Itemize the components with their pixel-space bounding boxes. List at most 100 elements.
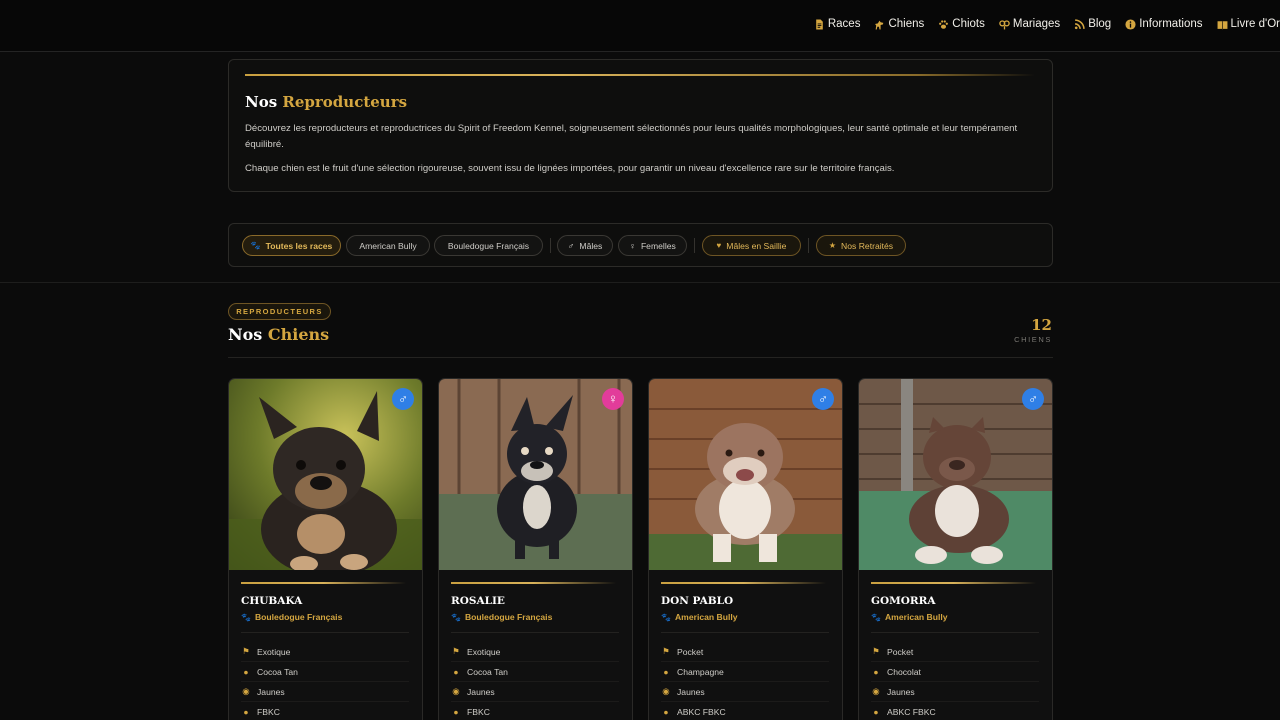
palette-icon: ● bbox=[453, 666, 459, 677]
intro-paragraph-1: Découvrez les reproducteurs et reproduct… bbox=[245, 123, 1018, 150]
eye-icon: ◉ bbox=[872, 686, 880, 696]
nav-chiots[interactable]: Chiots bbox=[938, 18, 985, 30]
book-icon bbox=[1217, 19, 1228, 30]
dog-registry: ● ABKC FBKC bbox=[661, 702, 829, 720]
dog-breed: 🐾 Bouledogue Français bbox=[241, 612, 343, 622]
filter-american-bully[interactable]: American Bully bbox=[346, 235, 430, 256]
nav-informations[interactable]: Informations bbox=[1125, 18, 1203, 30]
certificate-icon: ● bbox=[663, 706, 669, 717]
certificate-icon: ● bbox=[873, 706, 879, 717]
dog-photo[interactable]: ♂ bbox=[229, 379, 422, 570]
dog-photo[interactable]: ♀ bbox=[439, 379, 632, 570]
dog-breed: 🐾 American Bully bbox=[661, 612, 738, 622]
gold-divider bbox=[661, 582, 826, 584]
dog-eyes: ◉ Jaunes bbox=[241, 682, 409, 702]
dog-name: ROSALIE bbox=[451, 595, 505, 607]
palette-icon: ● bbox=[873, 666, 879, 677]
dog-type: ⚑ Exotique bbox=[451, 642, 619, 662]
dog-icon: ⚑ bbox=[452, 646, 460, 656]
couple-icon bbox=[999, 19, 1010, 30]
nav-races[interactable]: Races bbox=[814, 18, 860, 30]
dog-eyes: ◉ Jaunes bbox=[451, 682, 619, 702]
dog-photo[interactable]: ♂ bbox=[649, 379, 842, 570]
section-title: Nos Chiens bbox=[228, 325, 330, 344]
dog-count: 12 bbox=[1031, 316, 1052, 334]
dog-type: ⚑ Exotique bbox=[241, 642, 409, 662]
eye-icon: ◉ bbox=[452, 686, 460, 696]
palette-icon: ● bbox=[663, 666, 669, 677]
intro-title: Nos Reproducteurs bbox=[245, 93, 408, 111]
paw-icon: 🐾 bbox=[250, 241, 261, 250]
paw-icon: 🐾 bbox=[451, 612, 461, 622]
intro-paragraph-2: Chaque chien est le fruit d'une sélectio… bbox=[245, 163, 895, 174]
filter-bouledogue-francais[interactable]: Bouledogue Français bbox=[434, 235, 543, 256]
nav-menu: Races Chiens Chiots Mariages Blog Inform… bbox=[814, 18, 1280, 30]
dog-photo[interactable]: ♂ bbox=[859, 379, 1052, 570]
dog-eyes: ◉ Jaunes bbox=[661, 682, 829, 702]
dog-count-label: CHIENS bbox=[1014, 335, 1052, 344]
dog-card[interactable]: ♂ CHUBAKA 🐾 Bouledogue Français ⚑ Exotique… bbox=[228, 378, 423, 720]
nav-blog[interactable]: Blog bbox=[1074, 18, 1111, 30]
dog-breed: 🐾 Bouledogue Français bbox=[451, 612, 553, 622]
dog-registry: ● ABKC FBKC bbox=[871, 702, 1039, 720]
dog-type: ⚑ Pocket bbox=[661, 642, 829, 662]
dog-card[interactable]: ♀ ROSALIE 🐾 Bouledogue Français ⚑ Exotique… bbox=[438, 378, 633, 720]
eye-icon: ◉ bbox=[662, 686, 670, 696]
paw-icon: 🐾 bbox=[871, 612, 881, 622]
dog-color: ● Chocolat bbox=[871, 662, 1039, 682]
dog-registry: ● FBKC bbox=[241, 702, 409, 720]
dog-breed: 🐾 American Bully bbox=[871, 612, 948, 622]
dog-type: ⚑ Pocket bbox=[871, 642, 1039, 662]
dog-color: ● Champagne bbox=[661, 662, 829, 682]
paw-icon bbox=[938, 19, 949, 30]
gold-divider bbox=[451, 582, 616, 584]
info-divider bbox=[661, 632, 829, 633]
nav-mariages[interactable]: Mariages bbox=[999, 18, 1060, 30]
filter-separator bbox=[550, 238, 551, 253]
certificate-icon: ● bbox=[453, 706, 459, 717]
gold-divider bbox=[871, 582, 1036, 584]
dog-icon: ⚑ bbox=[662, 646, 670, 656]
male-icon: ♂ bbox=[1022, 388, 1044, 410]
dog-name: DON PABLO bbox=[661, 595, 734, 607]
filter-males[interactable]: ♂ Mâles bbox=[557, 235, 613, 256]
dog-name: CHUBAKA bbox=[241, 595, 303, 607]
dog-color: ● Cocoa Tan bbox=[241, 662, 409, 682]
intro-card: Nos Reproducteurs Découvrez les reproduc… bbox=[228, 59, 1053, 192]
dog-card[interactable]: ♂ GOMORRA 🐾 American Bully ⚑ Pocket ● Choco… bbox=[858, 378, 1053, 720]
rss-icon bbox=[1074, 18, 1085, 30]
title-divider bbox=[228, 357, 1053, 358]
dog-icon: ⚑ bbox=[242, 646, 250, 656]
info-divider bbox=[871, 632, 1039, 633]
paw-icon: 🐾 bbox=[241, 612, 251, 622]
dog-color: ● Cocoa Tan bbox=[451, 662, 619, 682]
info-icon bbox=[1125, 18, 1136, 30]
top-navigation: Races Chiens Chiots Mariages Blog Inform… bbox=[0, 0, 1280, 52]
male-icon: ♂ bbox=[567, 240, 575, 251]
nav-chiens[interactable]: Chiens bbox=[874, 18, 924, 30]
gold-divider bbox=[241, 582, 406, 584]
dog-name: GOMORRA bbox=[871, 595, 936, 607]
info-divider bbox=[451, 632, 619, 633]
filter-bar: 🐾 Toutes les races American Bully Bouledo… bbox=[228, 223, 1053, 267]
filter-nos-retraites[interactable]: ★ Nos Retraités bbox=[816, 235, 906, 256]
dog-card[interactable]: ♂ DON PABLO 🐾 American Bully ⚑ Pocket ● Cha… bbox=[648, 378, 843, 720]
male-icon: ♂ bbox=[812, 388, 834, 410]
info-divider bbox=[241, 632, 409, 633]
gold-divider bbox=[245, 74, 1035, 76]
filter-males-en-saillie[interactable]: ♥ Mâles en Saillie bbox=[702, 235, 801, 256]
document-icon bbox=[814, 19, 825, 30]
female-icon: ♀ bbox=[602, 388, 624, 410]
nav-livre-dor[interactable]: Livre d'Or bbox=[1217, 18, 1280, 30]
section-badge: REPRODUCTEURS bbox=[228, 303, 331, 320]
star-icon: ★ bbox=[828, 241, 837, 250]
filter-all-breeds[interactable]: 🐾 Toutes les races bbox=[242, 235, 341, 256]
female-icon: ♀ bbox=[629, 240, 636, 251]
section-divider bbox=[0, 282, 1280, 283]
dog-icon: ⚑ bbox=[872, 646, 880, 656]
palette-icon: ● bbox=[243, 666, 249, 677]
eye-icon: ◉ bbox=[242, 686, 250, 696]
dog-icon bbox=[874, 19, 885, 30]
dog-registry: ● FBKC bbox=[451, 702, 619, 720]
filter-femelles[interactable]: ♀ Femelles bbox=[618, 235, 687, 256]
